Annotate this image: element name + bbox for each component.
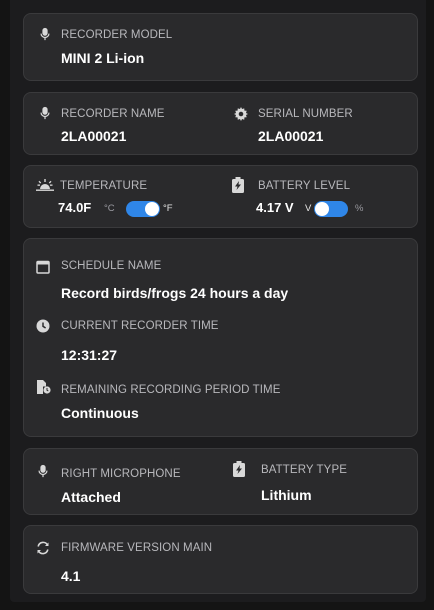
battery-type-label: BATTERY TYPE xyxy=(261,464,347,476)
recorder-identity-card: RECORDER NAME 2LA00021 SERIAL NUMBER 2LA… xyxy=(23,92,418,155)
temperature-label: TEMPERATURE xyxy=(60,180,148,192)
sunrise-icon xyxy=(36,178,54,192)
toggle-knob xyxy=(145,202,159,216)
schedule-name-label: SCHEDULE NAME xyxy=(61,260,162,272)
recorder-model-label: RECORDER MODEL xyxy=(61,29,173,41)
battery-unit-percent: % xyxy=(355,203,364,214)
recorder-name-label: RECORDER NAME xyxy=(61,108,165,120)
microphone-icon xyxy=(38,27,52,41)
recorder-model-card: RECORDER MODEL MINI 2 Li-ion xyxy=(23,13,418,81)
recorder-info-panel: RECORDER MODEL MINI 2 Li-ion RECORDER NA… xyxy=(10,0,426,602)
battery-unit-volts: V xyxy=(305,203,312,214)
right-microphone-value: Attached xyxy=(61,489,121,505)
temperature-unit-toggle[interactable] xyxy=(126,201,160,217)
sync-icon xyxy=(36,541,50,555)
schedule-name-value: Record birds/frogs 24 hours a day xyxy=(61,285,289,301)
microphone-icon xyxy=(36,464,50,478)
current-time-label: CURRENT RECORDER TIME xyxy=(61,320,219,332)
battery-unit-toggle[interactable] xyxy=(314,201,348,217)
firmware-value: 4.1 xyxy=(61,568,81,584)
temperature-unit-celsius: °C xyxy=(104,203,115,214)
battery-level-label: BATTERY LEVEL xyxy=(258,180,351,192)
remaining-time-value: Continuous xyxy=(61,405,139,421)
current-time-value: 12:31:27 xyxy=(61,347,118,363)
remaining-time-label: REMAINING RECORDING PERIOD TIME xyxy=(61,384,281,396)
battery-level-value: 4.17 V xyxy=(256,200,294,215)
recorder-name-value: 2LA00021 xyxy=(61,128,127,144)
document-clock-icon xyxy=(36,380,51,394)
temperature-battery-card: TEMPERATURE 74.0F °C °F BATTERY LEVEL 4.… xyxy=(23,165,418,228)
battery-charge-icon xyxy=(232,177,244,193)
clock-icon xyxy=(36,319,50,333)
firmware-label: FIRMWARE VERSION MAIN xyxy=(61,542,213,554)
calendar-icon xyxy=(36,260,50,274)
right-microphone-label: RIGHT MICROPHONE xyxy=(61,468,181,480)
battery-charge-icon xyxy=(233,461,245,477)
battery-type-value: Lithium xyxy=(261,487,312,503)
toggle-knob xyxy=(315,202,329,216)
firmware-card: FIRMWARE VERSION MAIN 4.1 xyxy=(23,525,418,594)
microphone-icon xyxy=(38,106,52,120)
recorder-model-value: MINI 2 Li-ion xyxy=(61,50,145,66)
serial-number-value: 2LA00021 xyxy=(258,128,324,144)
hardware-card: RIGHT MICROPHONE Attached BATTERY TYPE L… xyxy=(23,448,418,515)
gear-icon xyxy=(234,107,248,121)
temperature-value: 74.0F xyxy=(58,200,92,215)
serial-number-label: SERIAL NUMBER xyxy=(258,108,353,120)
temperature-unit-fahrenheit: °F xyxy=(163,203,173,214)
schedule-card: SCHEDULE NAME Record birds/frogs 24 hour… xyxy=(23,238,418,437)
